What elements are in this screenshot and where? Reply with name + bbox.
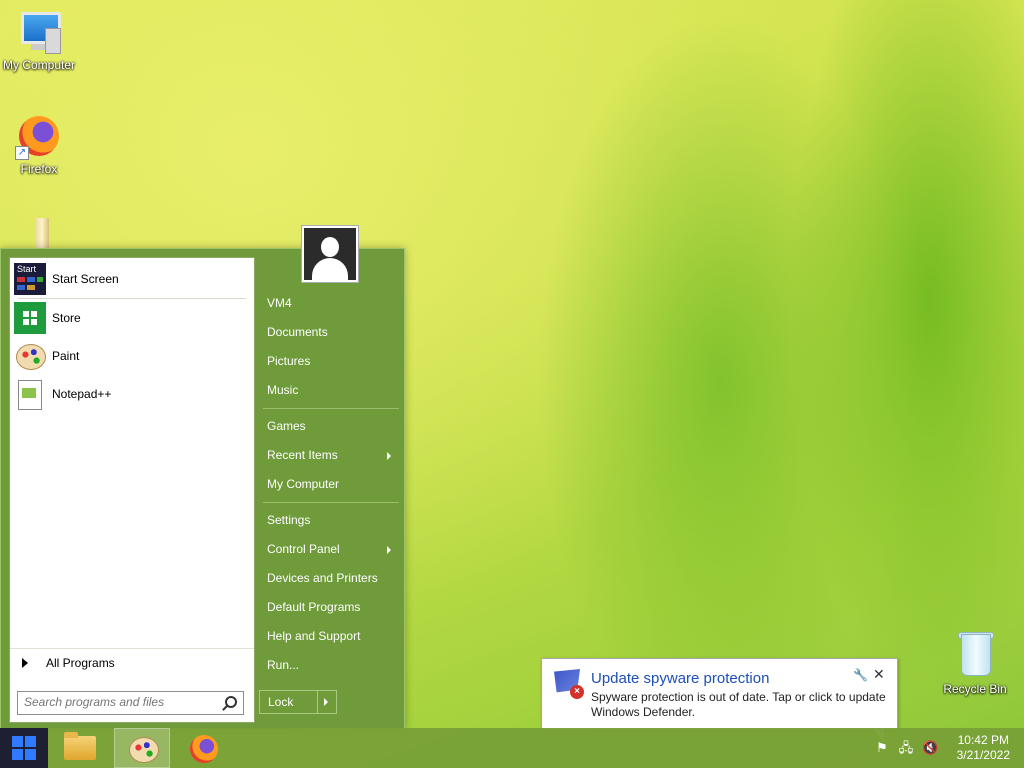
clock-time: 10:42 PM [957, 733, 1009, 747]
submenu-arrow-icon [387, 546, 391, 554]
notepadpp-icon [14, 378, 46, 410]
taskbar: ⚑ 🖧 🔇 10:42 PM 3/21/2022 [0, 728, 1024, 768]
start-screen-icon: Start [14, 263, 46, 295]
places-games[interactable]: Games [259, 412, 399, 441]
program-label: Store [52, 311, 81, 325]
all-programs-label: All Programs [46, 656, 115, 670]
action-center-flag-icon[interactable]: ⚑ [874, 740, 890, 756]
separator [263, 408, 399, 409]
recycle-bin-icon [951, 632, 999, 680]
shortcut-arrow-icon: ↗ [15, 146, 29, 160]
store-icon [14, 302, 46, 334]
places-run[interactable]: Run... [259, 651, 399, 680]
computer-icon [15, 8, 63, 56]
paint-icon [129, 737, 159, 763]
network-icon[interactable]: 🖧 [898, 740, 914, 756]
notification-balloon[interactable]: × Update spyware protection Spyware prot… [541, 658, 898, 741]
file-explorer-icon [64, 732, 96, 760]
firefox-icon: ↗ [15, 112, 63, 160]
places-pictures[interactable]: Pictures [259, 347, 399, 376]
places-my-computer[interactable]: My Computer [259, 470, 399, 499]
places-control-panel-label: Control Panel [267, 542, 340, 556]
places-documents[interactable]: Documents [259, 318, 399, 347]
places-user-folder[interactable]: VM4 [259, 289, 399, 318]
volume-muted-icon[interactable]: 🔇 [922, 740, 938, 756]
desktop-icon-firefox[interactable]: ↗ Firefox [0, 112, 78, 176]
close-icon[interactable]: ✕ [873, 666, 885, 683]
start-menu-places-pane: VM4 Documents Pictures Music Games Recen… [259, 289, 399, 680]
clock-date: 3/21/2022 [956, 748, 1010, 762]
program-label: Notepad++ [52, 387, 112, 401]
firefox-icon [190, 735, 218, 763]
notification-message[interactable]: Spyware protection is out of date. Tap o… [591, 690, 891, 720]
start-menu-programs-pane: Start Start Screen Store Paint Notepad++… [9, 257, 255, 723]
system-clock[interactable]: 10:42 PM 3/21/2022 [957, 733, 1010, 763]
separator [263, 502, 399, 503]
paint-icon [14, 340, 46, 372]
places-recent-items[interactable]: Recent Items [259, 441, 399, 470]
desktop-icon-label: Recycle Bin [943, 682, 1007, 696]
submenu-arrow-icon [387, 452, 391, 460]
places-music[interactable]: Music [259, 376, 399, 405]
all-programs-button[interactable]: All Programs [10, 648, 254, 677]
program-label: Paint [52, 349, 80, 363]
taskbar-firefox[interactable] [176, 728, 232, 768]
desktop-icon-label: My Computer [2, 58, 76, 72]
places-help-support[interactable]: Help and Support [259, 622, 399, 651]
search-input[interactable] [18, 692, 214, 712]
expand-arrow-icon [22, 658, 28, 668]
error-icon: × [570, 685, 584, 699]
program-notepadpp[interactable]: Notepad++ [10, 375, 254, 413]
places-devices-printers[interactable]: Devices and Printers [259, 564, 399, 593]
start-menu: Start Start Screen Store Paint Notepad++… [0, 225, 405, 730]
program-store[interactable]: Store [10, 299, 254, 337]
desktop-icon-label: Firefox [20, 162, 58, 176]
places-recent-items-label: Recent Items [267, 448, 338, 462]
notification-title[interactable]: Update spyware protection [591, 670, 769, 687]
taskbar-file-explorer[interactable] [52, 728, 108, 768]
places-control-panel[interactable]: Control Panel [259, 535, 399, 564]
windows-logo-icon [12, 736, 36, 760]
start-button[interactable] [0, 728, 48, 768]
places-default-programs[interactable]: Default Programs [259, 593, 399, 622]
lock-button[interactable]: Lock [260, 695, 317, 709]
program-paint[interactable]: Paint [10, 337, 254, 375]
desktop-icon-recycle-bin[interactable]: Recycle Bin [936, 632, 1014, 696]
program-start-screen[interactable]: Start Start Screen [10, 260, 254, 298]
search-box[interactable] [17, 691, 244, 715]
taskbar-paint[interactable] [114, 728, 170, 768]
user-avatar[interactable] [301, 225, 359, 283]
power-options-arrow-button[interactable] [317, 691, 336, 713]
wrench-icon[interactable]: 🔧 [853, 668, 868, 682]
lock-button-group: Lock [259, 690, 337, 714]
places-settings[interactable]: Settings [259, 506, 399, 535]
search-icon[interactable] [225, 696, 237, 708]
desktop-icon-my-computer[interactable]: My Computer [0, 8, 78, 72]
program-label: Start Screen [52, 272, 119, 286]
